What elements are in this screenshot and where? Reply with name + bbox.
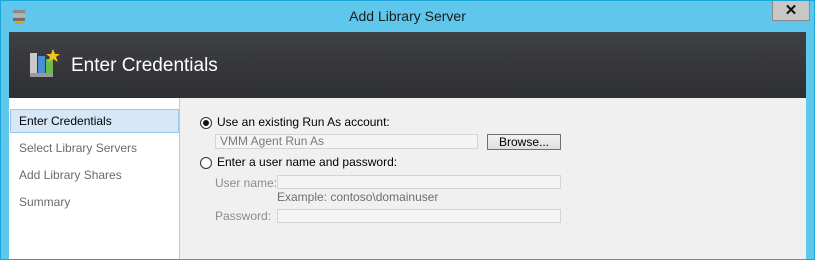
manual-credentials-radio[interactable] [200, 157, 212, 169]
library-server-icon [30, 49, 60, 77]
nav-item-enter-credentials[interactable]: Enter Credentials [10, 109, 179, 133]
runas-account-field[interactable]: VMM Agent Run As [215, 134, 478, 149]
existing-account-label[interactable]: Use an existing Run As account: [217, 115, 390, 129]
existing-account-radio[interactable] [200, 117, 212, 129]
username-field[interactable] [277, 175, 561, 189]
nav-item-summary[interactable]: Summary [10, 191, 179, 215]
credentials-form: Use an existing Run As account: VMM Agen… [180, 98, 806, 259]
nav-item-add-library-shares[interactable]: Add Library Shares [10, 164, 179, 188]
nav-item-select-library-servers[interactable]: Select Library Servers [10, 137, 179, 161]
page-header: Enter Credentials [9, 32, 806, 98]
page-title: Enter Credentials [71, 55, 218, 76]
close-button[interactable]: ✕ [772, 1, 810, 21]
username-hint: Example: contoso\domainuser [277, 190, 439, 204]
manual-credentials-label[interactable]: Enter a user name and password: [217, 155, 397, 169]
password-label: Password: [215, 209, 272, 223]
window-title: Add Library Server [349, 8, 466, 24]
wizard-nav: Enter Credentials Select Library Servers… [9, 98, 180, 259]
title-bar[interactable]: Add Library Server ✕ [1, 1, 814, 32]
dialog-body: Enter Credentials Select Library Servers… [9, 98, 806, 259]
radio-selected-dot [203, 120, 209, 126]
username-label: User name: [215, 176, 278, 190]
browse-button[interactable]: Browse... [487, 134, 561, 150]
dialog-window: Add Library Server ✕ Enter Credentials E… [0, 0, 815, 260]
password-field[interactable] [277, 209, 561, 223]
